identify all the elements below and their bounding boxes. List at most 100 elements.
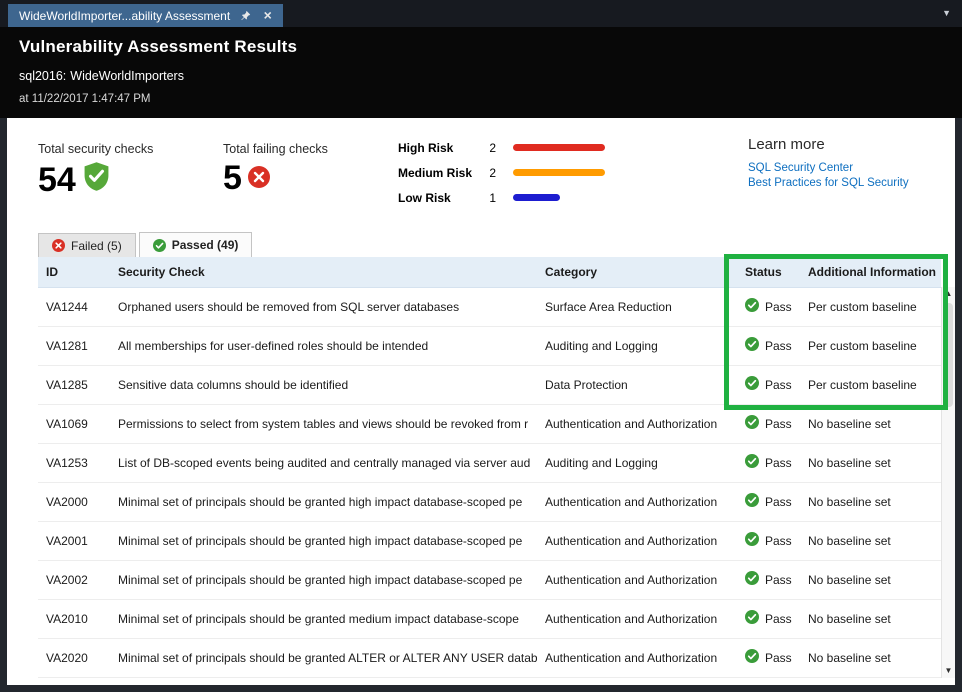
check-category: Authentication and Authorization [537,404,737,443]
risk-bar-high [513,144,605,151]
table-row[interactable]: VA2002 Minimal set of principals should … [38,560,941,599]
pass-icon [745,532,759,549]
risk-bar-medium [513,169,605,176]
check-status: Pass [737,560,800,599]
check-id: VA1244 [38,287,110,326]
tab-passed[interactable]: Passed (49) [139,232,253,257]
check-status: Pass [737,287,800,326]
column-header-additional-information[interactable]: Additional Information [800,257,941,287]
check-id: VA2001 [38,521,110,560]
status-text: Pass [765,612,792,626]
check-status: Pass [737,482,800,521]
tab-passed-label: Passed (49) [172,238,239,252]
fail-circle-icon [52,239,65,252]
failing-checks-value: 5 [223,161,242,195]
check-additional-info: No baseline set [800,599,941,638]
fail-circle-icon [248,166,270,193]
column-header-security-check[interactable]: Security Check [110,257,537,287]
table-row[interactable]: VA2010 Minimal set of principals should … [38,599,941,638]
shield-check-icon [82,161,111,197]
check-name: Minimal set of principals should be gran… [110,638,537,677]
pass-icon [745,298,759,315]
pin-icon[interactable] [239,9,252,22]
check-name: Minimal set of principals should be gran… [110,521,537,560]
vertical-scrollbar[interactable]: ▲ ▼ [941,287,955,678]
titlebar: WideWorldImporter...ability Assessment ×… [0,0,962,27]
check-category: Auditing and Logging [537,443,737,482]
table-row[interactable]: VA2020 Minimal set of principals should … [38,638,941,677]
check-id: VA1253 [38,443,110,482]
total-checks-value: 54 [38,163,76,197]
check-additional-info: No baseline set [800,521,941,560]
check-status: Pass [737,365,800,404]
status-text: Pass [765,534,792,548]
table-row[interactable]: VA1281 All memberships for user-defined … [38,326,941,365]
check-id: VA1285 [38,365,110,404]
failing-checks-label: Total failing checks [223,142,328,156]
tab-failed[interactable]: Failed (5) [38,233,136,257]
check-additional-info: No baseline set [800,638,941,677]
check-id: VA1281 [38,326,110,365]
vulnerability-assessment-window: WideWorldImporter...ability Assessment ×… [0,0,962,692]
check-status: Pass [737,521,800,560]
check-name: List of DB-scoped events being audited a… [110,443,537,482]
check-id: VA2020 [38,638,110,677]
scroll-down-icon[interactable]: ▼ [942,664,955,678]
check-category: Auditing and Logging [537,326,737,365]
check-name: Minimal set of principals should be gran… [110,560,537,599]
table-row[interactable]: VA1285 Sensitive data columns should be … [38,365,941,404]
column-header-id[interactable]: ID [38,257,110,287]
risk-count-low: 1 [480,191,496,205]
link-best-practices[interactable]: Best Practices for SQL Security [748,177,909,189]
check-status: Pass [737,443,800,482]
check-additional-info: Per custom baseline [800,365,941,404]
document-tab[interactable]: WideWorldImporter...ability Assessment × [8,4,283,27]
risk-row-high: High Risk 2 [398,135,605,160]
pass-icon [745,376,759,393]
scrollbar-thumb[interactable] [944,303,953,407]
column-header-status[interactable]: Status [737,257,800,287]
check-category: Authentication and Authorization [537,638,737,677]
server-name: sql2016: [19,69,66,83]
status-text: Pass [765,651,792,665]
scan-timestamp: at 11/22/2017 1:47:47 PM [19,93,962,105]
check-category: Authentication and Authorization [537,482,737,521]
check-id: VA2000 [38,482,110,521]
close-glyph: × [264,9,272,22]
pass-icon [745,610,759,627]
pass-icon [745,337,759,354]
results-table-body: VA1244 Orphaned users should be removed … [38,287,941,677]
table-row[interactable]: VA2001 Minimal set of principals should … [38,521,941,560]
page-title: Vulnerability Assessment Results [19,37,962,57]
table-row[interactable]: VA1244 Orphaned users should be removed … [38,287,941,326]
check-status: Pass [737,404,800,443]
check-additional-info: Per custom baseline [800,326,941,365]
risk-bar-low [513,194,560,201]
results-table: ID Security Check Category Status Additi… [38,257,941,678]
check-category: Authentication and Authorization [537,599,737,638]
column-header-category[interactable]: Category [537,257,737,287]
status-text: Pass [765,378,792,392]
table-row[interactable]: VA1069 Permissions to select from system… [38,404,941,443]
check-name: Minimal set of principals should be gran… [110,482,537,521]
status-text: Pass [765,573,792,587]
total-checks-label: Total security checks [38,142,153,156]
risk-row-medium: Medium Risk 2 [398,160,605,185]
scroll-up-icon[interactable]: ▲ [942,287,955,301]
result-tabs: Failed (5) Passed (49) [38,232,252,257]
pass-icon [745,415,759,432]
risk-row-low: Low Risk 1 [398,185,605,210]
table-row[interactable]: VA2000 Minimal set of principals should … [38,482,941,521]
link-sql-security-center[interactable]: SQL Security Center [748,162,909,174]
pass-icon [745,454,759,471]
check-category: Authentication and Authorization [537,560,737,599]
check-category: Authentication and Authorization [537,521,737,560]
close-icon[interactable]: × [261,9,274,22]
pass-icon [745,571,759,588]
status-text: Pass [765,495,792,509]
document-tab-label: WideWorldImporter...ability Assessment [19,9,230,23]
table-row[interactable]: VA1253 List of DB-scoped events being au… [38,443,941,482]
status-text: Pass [765,456,792,470]
document-well-dropdown-icon[interactable]: ▼ [942,8,951,18]
check-id: VA1069 [38,404,110,443]
